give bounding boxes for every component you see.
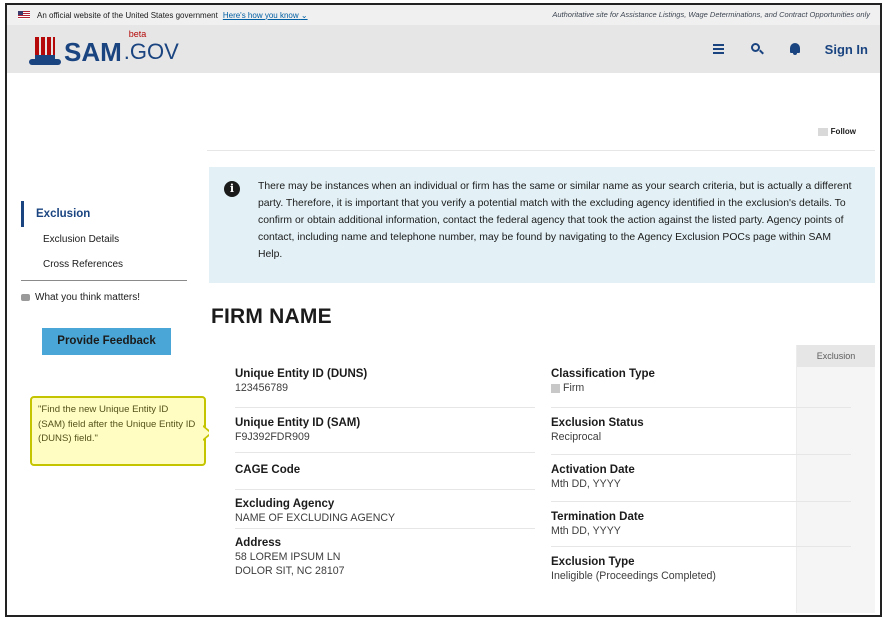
field-exclusion-status: Exclusion Status Reciprocal [551,408,851,455]
alert-text: There may be instances when an individua… [258,181,852,260]
logo-sam-text: SAM [64,37,122,67]
authoritative-site-note: Authoritative site for Assistance Listin… [552,10,870,19]
firm-type-icon [551,383,560,393]
chevron-down-icon: ⌄ [300,10,308,20]
field-excluding-agency: Excluding Agency NAME OF EXCLUDING AGENC… [235,490,535,529]
field-address: Address 58 LOREM IPSUM LN DOLOR SIT, NC … [235,537,345,577]
side-nav: Exclusion Exclusion Details Cross Refere… [21,201,187,281]
field-termination-date: Termination Date Mth DD, YYYY [551,502,851,547]
follow-button[interactable]: Follow [817,127,856,136]
divider [207,150,875,151]
page-title: FIRM NAME [211,305,332,328]
search-icon[interactable] [749,41,765,57]
field-sam-id: Unique Entity ID (SAM) F9J392FDR909 [235,408,535,453]
sidenav-divider [21,280,187,281]
provide-feedback-button[interactable]: Provide Feedback [42,328,171,355]
sidenav-item-exclusion[interactable]: Exclusion [21,201,187,227]
info-alert: i There may be instances when an individ… [209,167,875,283]
browser-frame: An official website of the United States… [5,3,882,617]
uncle-sam-hat-icon [29,35,61,67]
sign-in-link[interactable]: Sign In [825,42,868,57]
sidenav-item-exclusion-details[interactable]: Exclusion Details [21,227,187,252]
field-classification-type: Classification Type Firm [551,363,851,408]
feedback-note: What you think matters! [21,292,140,303]
exclusion-card: Exclusion Unique Entity ID (DUNS) 123456… [209,345,875,613]
us-flag-icon [18,11,30,19]
field-exclusion-type: Exclusion Type Ineligible (Proceedings C… [551,556,716,582]
right-fields: Classification Type Firm Exclusion Statu… [551,363,851,583]
annotation-callout: "Find the new Unique Entity ID (SAM) fie… [30,396,206,466]
field-activation-date: Activation Date Mth DD, YYYY [551,455,851,502]
field-duns: Unique Entity ID (DUNS) 123456789 [235,363,535,408]
logo-beta-text: beta [128,29,147,39]
menu-icon[interactable] [711,41,727,57]
follow-icon [817,127,828,136]
bell-icon[interactable] [787,41,803,57]
chat-icon [21,294,30,301]
gov-banner-text: An official website of the United States… [37,10,218,20]
field-cage-code: CAGE Code [235,453,535,490]
heres-how-you-know-link[interactable]: Here's how you know ⌄ [223,11,308,20]
site-header: SAM beta .GOV Sign In [7,25,880,73]
sam-logo[interactable]: SAM beta .GOV [29,29,179,67]
sidenav-item-cross-references[interactable]: Cross References [21,252,187,277]
info-icon: i [224,181,240,197]
left-fields: Unique Entity ID (DUNS) 123456789 Unique… [235,363,535,578]
gov-banner: An official website of the United States… [7,5,880,25]
